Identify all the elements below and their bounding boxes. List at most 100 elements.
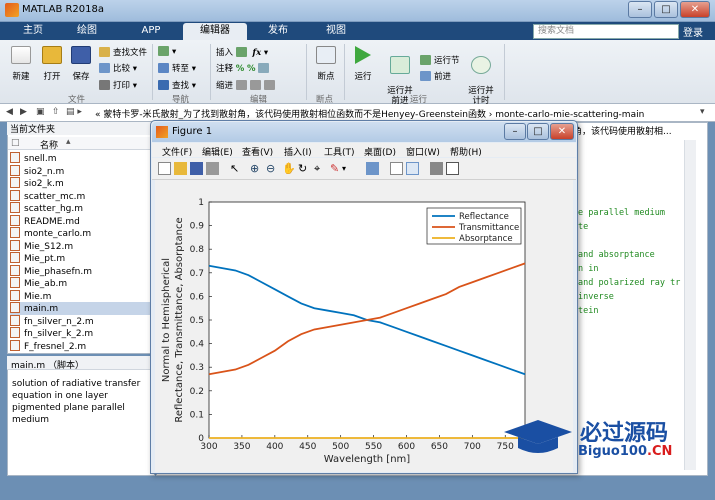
data-cursor-icon[interactable]: ⌖ — [314, 162, 327, 175]
forward-arrow-icon[interactable]: ▶ — [20, 107, 27, 117]
file-row[interactable]: snell.m — [10, 152, 150, 165]
tab-apps[interactable]: APP — [126, 23, 176, 40]
print-icon[interactable] — [206, 162, 219, 175]
code-line[interactable]: n in — [578, 264, 598, 274]
advance-button[interactable]: 前进 — [420, 70, 451, 82]
tab-view[interactable]: 视图 — [310, 23, 362, 40]
find-button[interactable]: 查找 ▾ — [158, 79, 196, 91]
figure-close-button[interactable]: ✕ — [550, 123, 574, 140]
close-button[interactable]: ✕ — [680, 1, 710, 18]
file-row[interactable]: fn_silver_k_2.m — [10, 327, 150, 340]
file-name: README.md — [24, 216, 80, 227]
browse-folder-icon[interactable]: ▤ ▸ — [66, 107, 82, 117]
file-row[interactable]: main.m — [10, 302, 150, 315]
code-line[interactable]: e parallel medium — [578, 208, 665, 218]
new-button[interactable]: 新建 — [8, 46, 34, 82]
compare-button[interactable]: 比较 ▾ — [99, 62, 137, 74]
menu-view[interactable]: 查看(V) — [242, 145, 273, 158]
indent-icon — [249, 80, 261, 90]
back-arrow-icon[interactable]: ◀ — [6, 107, 13, 117]
editor-tab-label[interactable]: 角，该代码使用散射相... — [573, 124, 672, 137]
window-title: MATLAB R2018a — [22, 4, 105, 15]
file-row[interactable]: monte_carlo.m — [10, 227, 150, 240]
show-plot-tools-icon[interactable] — [446, 162, 459, 175]
tab-publish[interactable]: 发布 — [252, 23, 304, 40]
run-button[interactable]: 运行 — [350, 46, 376, 82]
separator — [152, 44, 153, 100]
indent-button[interactable]: 缩进 — [216, 79, 278, 91]
zoom-in-icon[interactable]: ⊕ — [250, 162, 263, 175]
file-row[interactable]: Mie_S12.m — [10, 239, 150, 253]
address-path[interactable]: « 蒙特卡罗-米氏散射_为了找到散射角，该代码使用散射相位函数而不是Henyey… — [95, 107, 644, 120]
open-button[interactable]: 打开 — [39, 46, 65, 82]
up-folder-icon[interactable]: ⇧ — [52, 107, 60, 117]
file-row[interactable]: Mie_pt.m — [10, 252, 150, 265]
file-icon — [10, 189, 20, 201]
new-figure-icon[interactable] — [158, 162, 171, 175]
file-row[interactable]: scatter_hg.m — [10, 202, 150, 215]
chevron-down-icon[interactable]: ▾ — [700, 107, 705, 117]
minimize-button[interactable]: – — [628, 1, 652, 18]
colorbar-icon[interactable] — [390, 162, 403, 175]
file-row[interactable]: sio2_k.m — [10, 177, 150, 190]
editor-scrollbar[interactable] — [684, 140, 696, 470]
comment-button[interactable]: 注释 % % — [216, 62, 272, 74]
file-row[interactable]: scatter_mc.m — [10, 189, 150, 203]
file-name: scatter_hg.m — [24, 204, 83, 214]
rotate-icon[interactable]: ↻ — [298, 162, 311, 175]
print-button[interactable]: 打印 ▾ — [99, 79, 137, 91]
file-icon — [10, 252, 20, 263]
legend-icon[interactable] — [406, 162, 419, 175]
save-button[interactable]: 保存 — [68, 46, 94, 82]
find-files-button[interactable]: 查找文件 — [99, 46, 147, 58]
tab-editor[interactable]: 编辑器 — [183, 23, 247, 40]
figure-minimize-button[interactable]: – — [504, 123, 526, 140]
details-header: main.m （脚本） — [7, 356, 155, 371]
maximize-button[interactable]: □ — [654, 1, 678, 18]
code-line[interactable]: inverse — [578, 292, 614, 302]
nav-back-button[interactable]: ▾ — [158, 46, 176, 57]
name-column-header[interactable]: □ 名称 ▴ — [8, 137, 154, 151]
pan-icon[interactable]: ✋ — [282, 162, 296, 175]
open-icon[interactable] — [174, 162, 187, 175]
folder-icon[interactable]: ▣ — [36, 107, 45, 117]
menu-insert[interactable]: 插入(I) — [284, 145, 312, 158]
code-line[interactable]: and absorptance — [578, 250, 655, 260]
link-plot-icon[interactable] — [366, 162, 379, 175]
file-row[interactable]: Mie_phasefn.m — [10, 264, 150, 278]
code-line[interactable]: te — [578, 222, 588, 232]
menu-window[interactable]: 窗口(W) — [406, 145, 440, 158]
pointer-icon[interactable]: ↖ — [230, 162, 243, 175]
x-tick-label: 600 — [398, 442, 415, 452]
signin-link[interactable]: 登录 — [683, 24, 703, 39]
menu-help[interactable]: 帮助(H) — [450, 145, 482, 158]
figure-maximize-button[interactable]: □ — [527, 123, 549, 140]
menu-desktop[interactable]: 桌面(D) — [364, 145, 396, 158]
file-icon — [10, 214, 20, 226]
chevron-down-icon[interactable]: ▾ — [342, 162, 355, 175]
tab-home[interactable]: 主页 — [8, 23, 58, 40]
menu-tools[interactable]: 工具(T) — [324, 145, 355, 158]
file-row[interactable]: F_fresnel_2.m — [10, 339, 150, 353]
file-row[interactable]: Mie_ab.m — [10, 277, 150, 290]
x-axis-label: Wavelength [nm] — [324, 454, 410, 465]
save-icon[interactable] — [190, 162, 203, 175]
file-row[interactable]: sio2_n.m — [10, 164, 150, 178]
breakpoints-button[interactable]: 断点 — [312, 46, 340, 82]
zoom-out-icon[interactable]: ⊖ — [266, 162, 279, 175]
search-input[interactable]: 搜索文档 — [533, 24, 679, 39]
print-icon — [99, 80, 110, 90]
file-row[interactable]: README.md — [10, 214, 150, 228]
y-tick-label: 0.5 — [190, 316, 204, 326]
tab-plots[interactable]: 绘图 — [62, 23, 112, 40]
file-row[interactable]: fn_silver_n_2.m — [10, 314, 150, 328]
code-line[interactable]: and polarized ray tr — [578, 278, 680, 288]
goto-button[interactable]: 转至 ▾ — [158, 62, 196, 74]
menu-edit[interactable]: 编辑(E) — [202, 145, 233, 158]
hide-plot-tools-icon[interactable] — [430, 162, 443, 175]
file-row[interactable]: Mie.m — [10, 289, 150, 303]
insert-button[interactable]: 插入 fx ▾ — [216, 46, 268, 58]
run-section-button[interactable]: 运行节 — [420, 54, 460, 66]
code-line[interactable]: tein — [578, 306, 598, 316]
menu-file[interactable]: 文件(F) — [162, 145, 192, 158]
